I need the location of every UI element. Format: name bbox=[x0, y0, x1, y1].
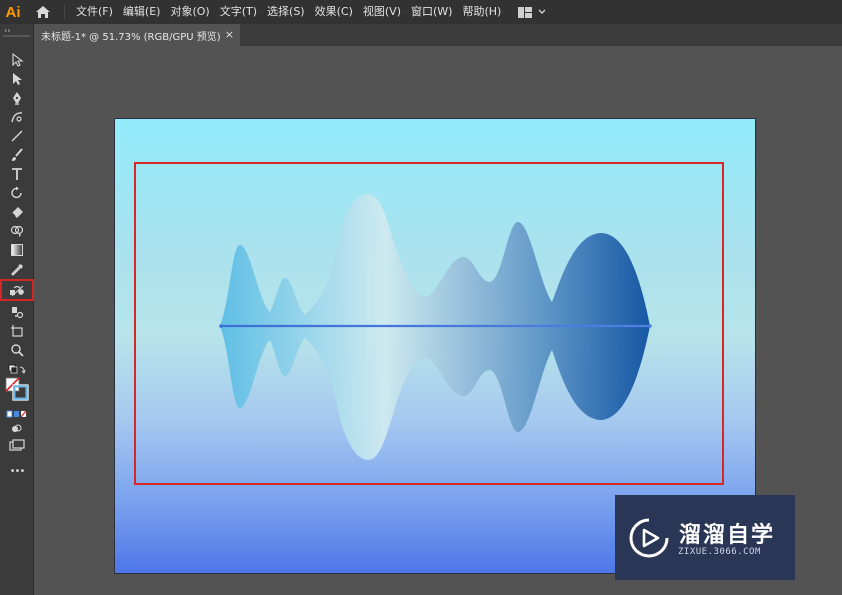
watermark-url: ZIXUE.3066.COM bbox=[678, 547, 761, 557]
watermark: 溜溜自学 ZIXUE.3066.COM bbox=[615, 495, 795, 580]
play-logo-icon bbox=[629, 518, 669, 558]
annotation-highlight-box bbox=[134, 162, 724, 485]
watermark-brand: 溜溜自学 bbox=[679, 523, 776, 548]
